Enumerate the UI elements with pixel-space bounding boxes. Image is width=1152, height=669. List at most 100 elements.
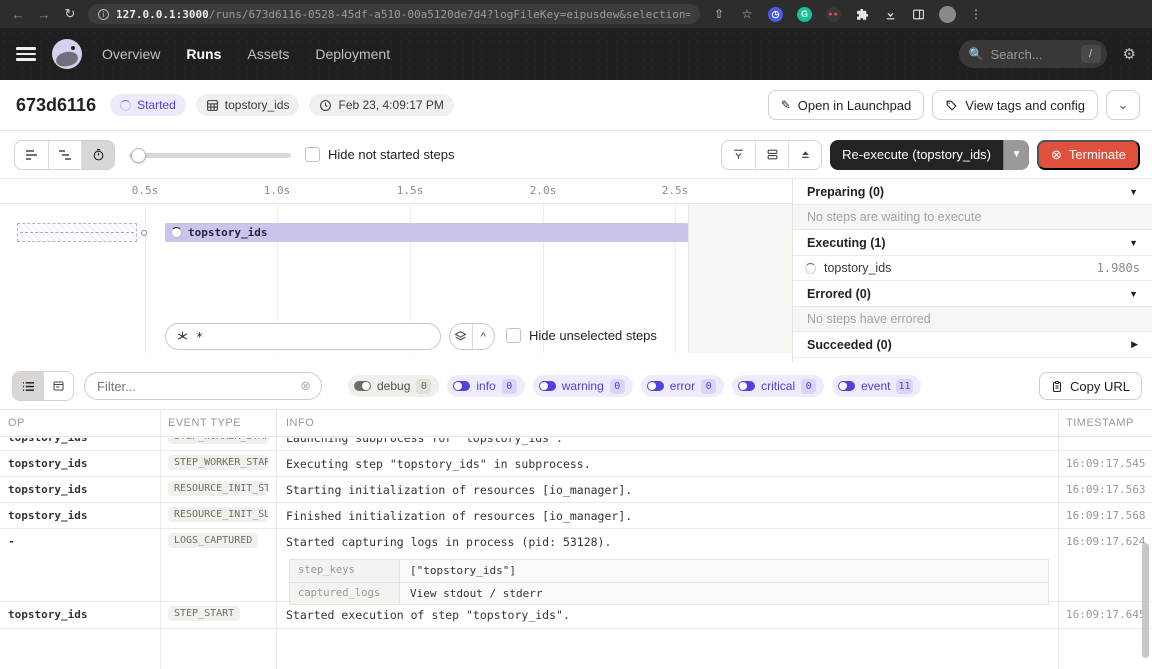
section-executing[interactable]: Executing (1) ▼ (793, 230, 1152, 256)
run-more-actions-button[interactable]: ⌄ (1106, 90, 1140, 120)
waterfall-view-icon[interactable] (48, 141, 81, 169)
structured-view-icon[interactable] (43, 372, 73, 400)
run-header-actions: ✎ Open in Launchpad View tags and config… (768, 90, 1140, 120)
gantt-toolbar: Hide not started steps Re-execute (topst… (0, 131, 1152, 178)
job-name-tag[interactable]: topstory_ids (196, 94, 300, 116)
event-type-chip: RESOURCE_INIT_SUCC_ (168, 507, 268, 522)
log-filter-input[interactable]: ⊗ (84, 372, 322, 400)
share-icon[interactable]: ⇧ (712, 7, 726, 21)
clipboard-icon (1051, 380, 1063, 393)
open-in-launchpad-button[interactable]: ✎ Open in Launchpad (768, 90, 925, 120)
level-toggle-debug[interactable]: debug 0 (348, 375, 439, 397)
site-info-icon[interactable]: i (98, 9, 109, 20)
nav-item-runs[interactable]: Runs (186, 46, 221, 62)
event-log-table: OP EVENT TYPE INFO TIMESTAMP topstory_id… (0, 410, 1152, 669)
browser-actions: ⇧ ☆ ◷ G ●● ⋮ (712, 6, 982, 23)
scroll-to-top-icon[interactable] (722, 141, 755, 169)
table-row[interactable]: topstory_ids STEP_START Started executio… (0, 602, 1152, 629)
level-toggle-info[interactable]: info 0 (447, 375, 524, 397)
axis-tick: 2.5s (662, 184, 689, 197)
nav-item-overview[interactable]: Overview (102, 46, 160, 62)
pencil-icon: ✎ (781, 98, 791, 112)
url-text: 127.0.0.1:3000/runs/673d6116-0528-45df-a… (116, 8, 690, 21)
view-tags-config-button[interactable]: View tags and config (932, 90, 1098, 120)
browser-forward-icon[interactable]: → (36, 7, 52, 22)
settings-gear-icon[interactable]: ⚙ (1123, 45, 1136, 63)
gantt-bar-label: topstory_ids (188, 226, 267, 239)
level-toggle-warning[interactable]: warning 0 (533, 375, 633, 397)
global-search[interactable]: 🔍 Search... / (959, 40, 1107, 68)
copy-url-button[interactable]: Copy URL (1039, 372, 1142, 400)
menu-hamburger-icon[interactable] (16, 47, 36, 61)
section-errored[interactable]: Errored (0) ▼ (793, 281, 1152, 307)
extensions-puzzle-icon[interactable] (855, 7, 869, 21)
step-selector-input[interactable]: * (165, 323, 441, 350)
toggle-on-icon (539, 381, 556, 391)
timed-view-icon[interactable] (81, 141, 114, 169)
toggle-on-icon (838, 381, 855, 391)
timestamp-cell: 16:09:17.645 (1066, 602, 1145, 628)
tag-icon (945, 99, 958, 112)
app-window: ← → ↻ i 127.0.0.1:3000/runs/673d6116-052… (0, 0, 1152, 669)
checkbox-box[interactable] (305, 147, 320, 162)
caret-right-icon: ▶ (1131, 339, 1138, 350)
search-icon: 🔍 (969, 47, 984, 61)
checkbox-box[interactable] (506, 328, 521, 343)
extension-icon-grammarly[interactable]: G (797, 7, 812, 22)
scroll-to-bottom-icon[interactable] (788, 141, 821, 169)
section-succeeded[interactable]: Succeeded (0) ▶ (793, 332, 1152, 358)
extension-icon-blue[interactable]: ◷ (768, 7, 783, 22)
layers-icon[interactable] (450, 324, 472, 349)
table-row[interactable]: topstory_ids RESOURCE_INIT_SUCC_ Finishe… (0, 503, 1152, 529)
job-grid-icon (206, 99, 219, 112)
hide-not-started-checkbox[interactable]: Hide not started steps (305, 147, 454, 162)
collapse-up-icon[interactable]: ^ (472, 324, 495, 349)
browser-back-icon[interactable]: ← (10, 7, 26, 22)
axis-tick: 1.5s (397, 184, 424, 197)
spinner-icon (171, 227, 182, 238)
terminate-button[interactable]: ⊗ Terminate (1037, 140, 1140, 170)
rows-icon[interactable] (755, 141, 788, 169)
extension-icon-dark[interactable]: ●● (826, 7, 841, 22)
metadata-row: step_keys ["topstory_ids"] (290, 560, 1048, 582)
level-count: 11 (896, 379, 912, 394)
level-toggle-critical[interactable]: critical 0 (732, 375, 824, 397)
gantt-zoom-slider[interactable] (129, 141, 291, 169)
nav-item-assets[interactable]: Assets (247, 46, 289, 62)
bookmark-star-icon[interactable]: ☆ (740, 7, 754, 21)
table-row[interactable]: topstory_ids STEP_WORKER_STARTED Executi… (0, 451, 1152, 477)
log-view-segment (12, 371, 74, 401)
level-toggle-event[interactable]: event 11 (832, 375, 920, 397)
browser-reload-icon[interactable]: ↻ (62, 6, 78, 22)
executing-step-row[interactable]: topstory_ids 1.980s (793, 256, 1152, 281)
table-row[interactable]: topstory_ids STEP_WORKER_STARTI_ Launchi… (0, 438, 1152, 451)
table-scrollbar-thumb[interactable] (1142, 543, 1149, 658)
table-row-logs-captured[interactable]: - LOGS_CAPTURED Started capturing logs i… (0, 529, 1152, 602)
metadata-row: captured_logs View stdout / stderr (290, 582, 1048, 604)
column-header-event-type: EVENT TYPE (168, 417, 241, 429)
clear-filter-icon[interactable]: ⊗ (300, 378, 311, 394)
reexecute-button[interactable]: Re-execute (topstory_ids) (830, 140, 1003, 170)
gantt-step-bar[interactable]: topstory_ids (165, 223, 688, 242)
reexecute-dropdown-button[interactable]: ▼ (1003, 140, 1029, 170)
side-panel-icon[interactable] (911, 7, 925, 21)
section-preparing[interactable]: Preparing (0) ▼ (793, 179, 1152, 205)
gantt-layer-controls: ^ (449, 323, 495, 350)
nav-item-deployment[interactable]: Deployment (315, 46, 390, 62)
browser-profile-avatar[interactable] (939, 6, 956, 23)
flat-view-icon[interactable] (15, 141, 48, 169)
event-type-chip: STEP_WORKER_STARTI_ (168, 438, 268, 444)
dagster-logo[interactable] (52, 39, 82, 69)
section-preparing-empty: No steps are waiting to execute (793, 205, 1152, 230)
view-stdout-stderr-link[interactable]: View stdout / stderr (400, 583, 1048, 604)
slider-track (129, 153, 291, 158)
list-view-icon[interactable] (13, 372, 43, 400)
downloads-icon[interactable] (883, 7, 897, 21)
hide-unselected-checkbox[interactable]: Hide unselected steps (506, 328, 657, 343)
table-row[interactable]: topstory_ids RESOURCE_INIT_STAR_ Startin… (0, 477, 1152, 503)
filter-text-field[interactable] (97, 379, 300, 394)
level-toggle-error[interactable]: error 0 (641, 375, 724, 397)
address-bar[interactable]: i 127.0.0.1:3000/runs/673d6116-0528-45df… (88, 4, 700, 24)
browser-menu-icon[interactable]: ⋮ (970, 7, 982, 21)
slider-thumb[interactable] (131, 148, 146, 163)
